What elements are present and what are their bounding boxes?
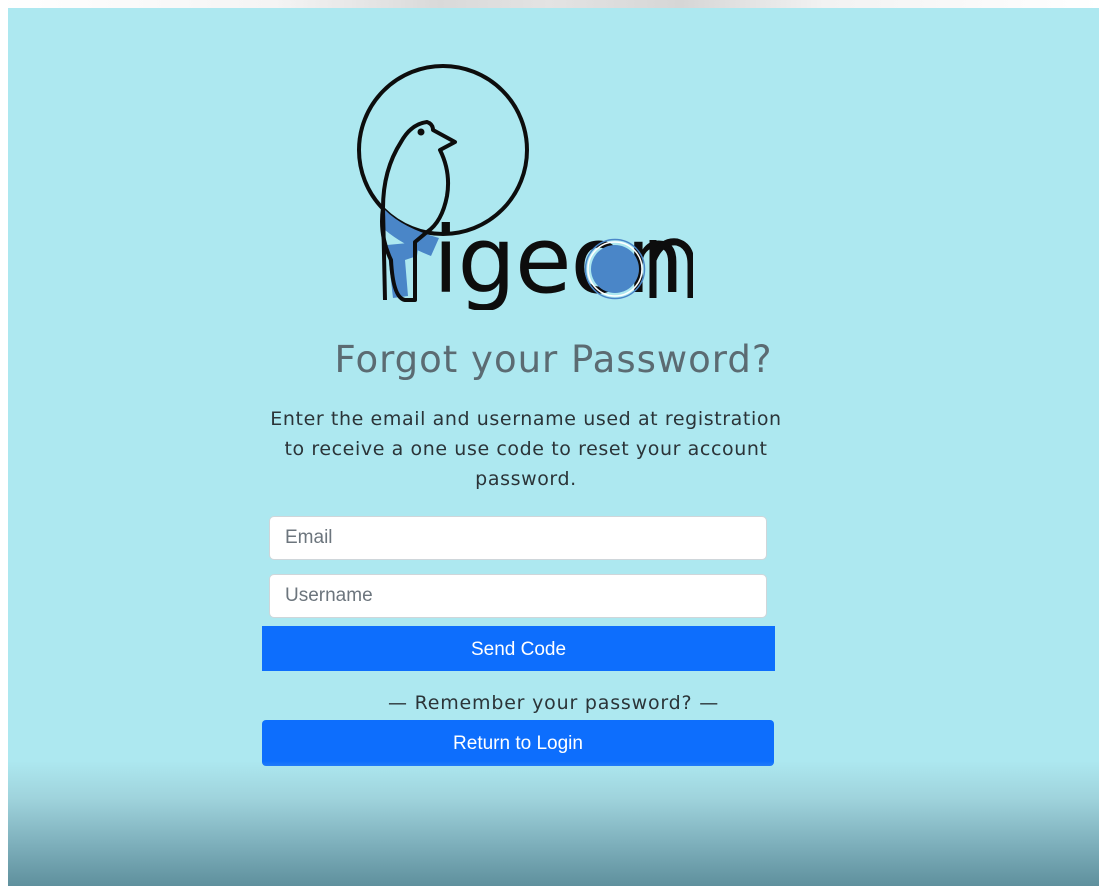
logo-eye <box>417 128 425 136</box>
browser-viewport: igeon Forgot your Password? Enter the em… <box>8 8 1099 886</box>
logo-stem <box>381 207 387 301</box>
logo-wordmark: igeon <box>433 207 683 310</box>
username-field[interactable] <box>269 574 767 618</box>
remember-password-text: — Remember your password? — <box>387 692 720 714</box>
form-description: Enter the email and username used at reg… <box>270 408 782 490</box>
logo-o-dot <box>591 245 639 293</box>
page: igeon Forgot your Password? Enter the em… <box>0 0 1099 886</box>
send-code-button[interactable]: Send Code <box>262 626 775 671</box>
return-to-login-button[interactable]: Return to Login <box>262 720 774 766</box>
email-field[interactable] <box>269 516 767 560</box>
pigeon-logo: igeon <box>357 64 693 310</box>
page-title: Forgot your Password? <box>334 338 773 381</box>
bottom-fade <box>8 761 1099 886</box>
